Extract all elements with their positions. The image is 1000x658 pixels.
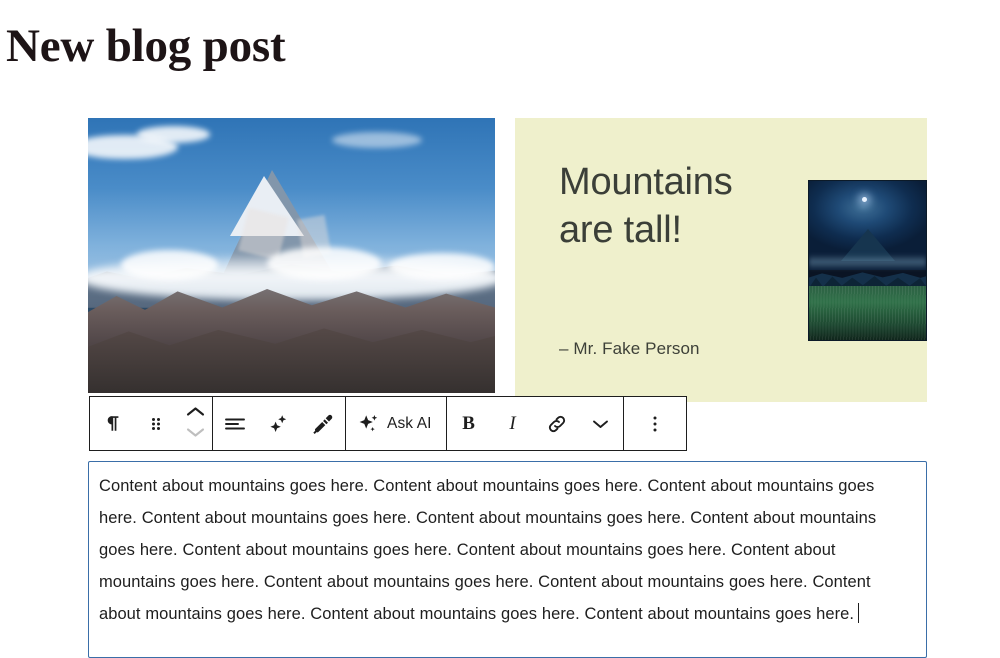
more-formatting-button[interactable]: [579, 397, 623, 450]
cloud-shape: [332, 131, 422, 149]
night-image-block[interactable]: [808, 180, 927, 341]
page-title[interactable]: New blog post: [6, 16, 286, 76]
sparkle-button[interactable]: [257, 397, 301, 450]
options-button[interactable]: [624, 397, 686, 450]
drag-dots-icon: [149, 414, 163, 434]
mountain-image-block[interactable]: [88, 118, 495, 393]
toolbar-group-format: B I: [447, 397, 624, 450]
toolbar-group-options: [624, 397, 686, 450]
paragraph-block-type-button[interactable]: [90, 397, 134, 450]
media-row: Mountains are tall! – Mr. Fake Person: [0, 118, 1000, 404]
style-brush-button[interactable]: [301, 397, 345, 450]
link-icon: [546, 413, 568, 435]
text-caret: [858, 603, 859, 623]
bold-button[interactable]: B: [447, 397, 491, 450]
chevron-down-icon: [591, 418, 610, 430]
italic-label: I: [509, 412, 516, 434]
night-mist: [809, 254, 926, 271]
bold-label: B: [462, 412, 475, 434]
italic-button[interactable]: I: [491, 397, 535, 450]
toolbar-group-ai: Ask AI: [346, 397, 447, 450]
toolbar-group-block: [90, 397, 213, 450]
vertical-dots-icon: [652, 414, 658, 434]
ask-ai-label: Ask AI: [387, 414, 432, 432]
paragraph-pilcrow-icon: [102, 413, 122, 434]
align-text-button[interactable]: [213, 397, 257, 450]
ask-ai-button[interactable]: Ask AI: [346, 397, 446, 450]
block-toolbar[interactable]: Ask AI B I: [89, 396, 687, 451]
move-block-buttons[interactable]: [178, 397, 212, 450]
sparkles-icon: [268, 413, 290, 435]
quote-attribution[interactable]: – Mr. Fake Person: [559, 339, 700, 359]
link-button[interactable]: [535, 397, 579, 450]
paragraph-text[interactable]: Content about mountains goes here. Conte…: [99, 470, 916, 630]
cloud-shape: [136, 126, 211, 143]
moon-icon: [861, 196, 867, 202]
cloud-shape: [389, 252, 495, 281]
chevron-up-icon[interactable]: [186, 404, 205, 422]
paragraph-text-value: Content about mountains goes here. Conte…: [99, 477, 877, 623]
night-grass-texture: [809, 285, 926, 340]
toolbar-group-style: [213, 397, 346, 450]
quote-text[interactable]: Mountains are tall!: [559, 158, 789, 254]
quote-block[interactable]: Mountains are tall! – Mr. Fake Person: [515, 118, 927, 402]
paintbrush-icon: [311, 413, 335, 435]
paragraph-block-selected[interactable]: Content about mountains goes here. Conte…: [88, 461, 927, 658]
ai-sparkles-icon: [358, 413, 380, 435]
align-left-icon: [223, 415, 247, 433]
drag-handle-button[interactable]: [134, 397, 178, 450]
chevron-down-icon[interactable]: [186, 425, 205, 443]
